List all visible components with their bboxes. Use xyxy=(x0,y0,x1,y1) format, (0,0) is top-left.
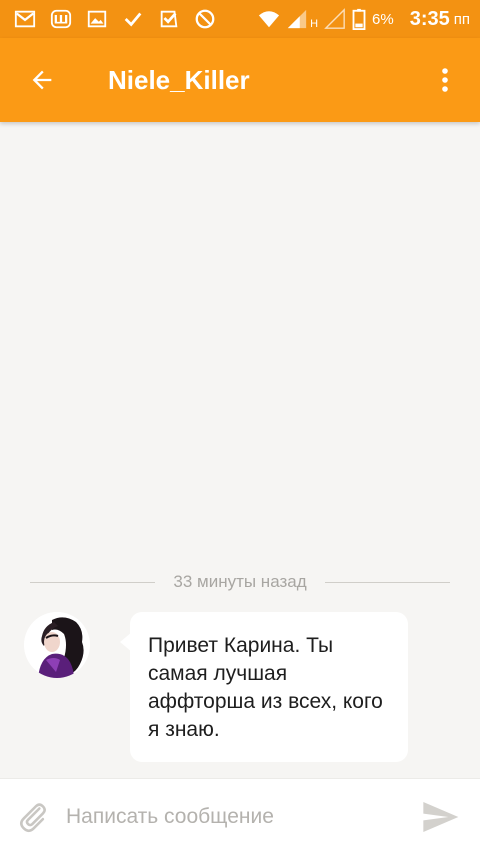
svg-text:Ш: Ш xyxy=(54,13,69,27)
battery-icon xyxy=(352,8,366,30)
network-type-label: H xyxy=(310,18,319,30)
message-bubble[interactable]: Привет Карина. Ты самая лучшая аффторша … xyxy=(130,612,408,762)
clock: 3:35 xyxy=(409,7,450,30)
signal-empty-icon xyxy=(324,8,346,30)
message-input[interactable] xyxy=(66,786,400,847)
gmail-icon xyxy=(14,8,36,30)
attach-button[interactable] xyxy=(0,779,66,854)
battery-percent: 6% xyxy=(372,10,394,28)
shazam-icon: Ш xyxy=(50,8,72,30)
gallery-icon xyxy=(86,8,108,30)
send-button[interactable] xyxy=(400,779,480,854)
avatar[interactable] xyxy=(24,612,90,678)
clock-period: пп xyxy=(453,10,470,28)
composer-bar xyxy=(0,778,480,854)
chat-title: Niele_Killer xyxy=(108,64,250,95)
more-options-button[interactable] xyxy=(410,38,480,122)
check-icon xyxy=(122,8,144,30)
wifi-icon xyxy=(258,8,280,30)
do-not-disturb-icon xyxy=(194,8,216,30)
app-bar: Niele_Killer xyxy=(0,38,480,122)
system-indicators: H 6% 3:35 пп xyxy=(258,8,470,31)
notification-icons: Ш xyxy=(14,8,216,30)
divider-line-right xyxy=(324,581,451,583)
arrow-back-icon xyxy=(32,70,52,90)
send-icon xyxy=(423,801,459,832)
more-vert-icon xyxy=(442,68,448,92)
time-divider-label: 33 минуты назад xyxy=(173,572,307,591)
status-bar: Ш H 6% 3:35 пп xyxy=(0,0,480,38)
check-box-icon xyxy=(158,8,180,30)
time-divider: 33 минуты назад xyxy=(30,570,451,594)
back-button[interactable] xyxy=(0,38,84,122)
divider-line-left xyxy=(30,581,156,583)
message-list[interactable]: 33 минуты назад Привет Карина. Ты самая … xyxy=(0,122,480,778)
signal-icon xyxy=(286,8,308,30)
paperclip-icon xyxy=(20,802,46,832)
